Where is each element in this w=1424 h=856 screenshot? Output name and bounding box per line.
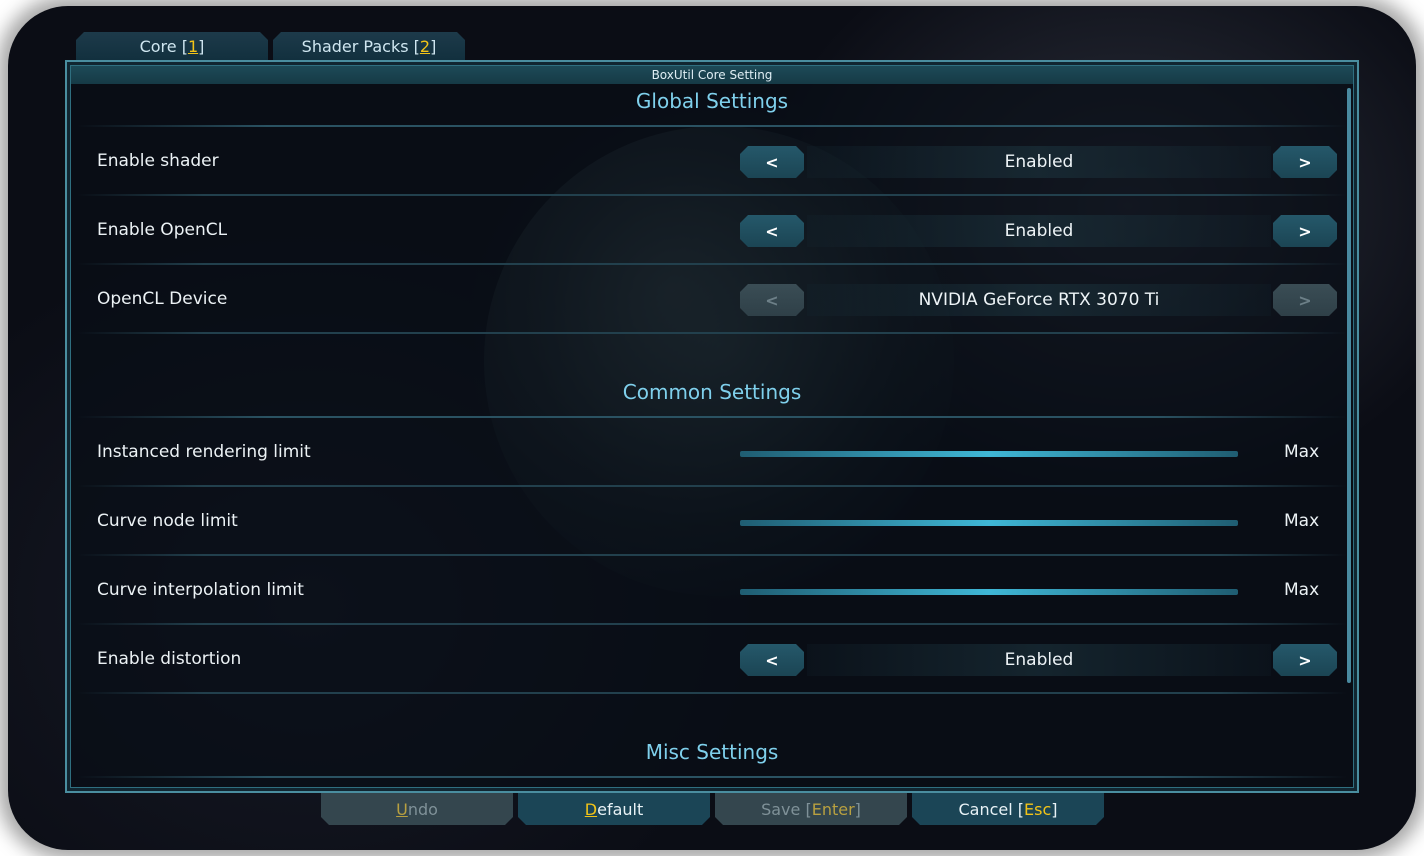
previous-option-button[interactable]: <: [740, 215, 804, 247]
save-button[interactable]: Save [Enter]: [715, 793, 907, 825]
setting-label: Enable distortion: [97, 649, 242, 669]
setting-row-enable-distortion: Enable distortion < Enabled >: [67, 625, 1357, 694]
setting-label: OpenCL Device: [97, 289, 228, 309]
previous-option-button[interactable]: <: [740, 284, 804, 316]
cancel-label: Cancel [: [958, 799, 1025, 819]
slider-value: Max: [1284, 442, 1320, 462]
undo-label: ndo: [407, 799, 438, 819]
setting-label: Instanced rendering limit: [97, 442, 311, 462]
setting-row-curve-interpolation-limit: Curve interpolation limit Max: [67, 556, 1357, 625]
section-divider: [77, 776, 1347, 778]
setting-label: Curve node limit: [97, 511, 238, 531]
next-option-button[interactable]: >: [1273, 146, 1337, 178]
next-option-button[interactable]: >: [1273, 215, 1337, 247]
tab-core[interactable]: Core [1]: [76, 32, 268, 60]
tab-core-hotkey: 1: [187, 36, 199, 56]
tab-shader-packs-label: Shader Packs: [301, 36, 409, 56]
default-label: efault: [597, 799, 644, 819]
tab-shader-packs-hotkey: 2: [419, 36, 431, 56]
cancel-button[interactable]: Cancel [Esc]: [912, 793, 1104, 825]
save-hotkey: Enter: [811, 799, 855, 819]
setting-row-opencl-device: OpenCL Device < NVIDIA GeForce RTX 3070 …: [67, 265, 1357, 334]
section-title-misc: Misc Settings: [645, 740, 779, 764]
previous-option-button[interactable]: <: [740, 146, 804, 178]
limit-slider[interactable]: [740, 451, 1238, 457]
setting-value: NVIDIA GeForce RTX 3070 Ti: [807, 284, 1271, 316]
cancel-label-close: ]: [1051, 799, 1058, 819]
setting-row-enable-opencl: Enable OpenCL < Enabled >: [67, 196, 1357, 265]
limit-slider[interactable]: [740, 589, 1238, 595]
next-option-button[interactable]: >: [1273, 284, 1337, 316]
setting-row-instanced-rendering-limit: Instanced rendering limit Max: [67, 418, 1357, 487]
previous-option-button[interactable]: <: [740, 644, 804, 676]
next-option-button[interactable]: >: [1273, 644, 1337, 676]
tab-shader-packs[interactable]: Shader Packs [2]: [273, 32, 465, 60]
setting-label: Curve interpolation limit: [97, 580, 304, 600]
default-hotkey: D: [584, 799, 598, 819]
setting-value: Enabled: [807, 146, 1271, 178]
slider-value: Max: [1284, 580, 1320, 600]
cancel-hotkey: Esc: [1024, 799, 1052, 819]
panel-title: BoxUtil Core Setting: [71, 66, 1353, 84]
tab-core-label: Core: [139, 36, 177, 56]
limit-slider[interactable]: [740, 520, 1238, 526]
setting-row-enable-shader: Enable shader < Enabled >: [67, 127, 1357, 196]
save-label-close: ]: [854, 799, 861, 819]
save-label: Save [: [761, 799, 812, 819]
setting-value: Enabled: [807, 215, 1271, 247]
row-divider: [77, 692, 1347, 694]
row-divider: [77, 332, 1347, 334]
setting-label: Enable shader: [97, 151, 219, 171]
slider-value: Max: [1284, 511, 1320, 531]
settings-panel: BoxUtil Core Setting Global Settings Ena…: [65, 60, 1359, 793]
setting-label: Enable OpenCL: [97, 220, 228, 240]
setting-value: Enabled: [807, 644, 1271, 676]
setting-row-curve-node-limit: Curve node limit Max: [67, 487, 1357, 556]
undo-hotkey: U: [396, 799, 408, 819]
undo-button[interactable]: Undo: [321, 793, 513, 825]
section-title-common: Common Settings: [622, 380, 802, 404]
default-button[interactable]: Default: [518, 793, 710, 825]
section-title-global: Global Settings: [635, 89, 789, 113]
